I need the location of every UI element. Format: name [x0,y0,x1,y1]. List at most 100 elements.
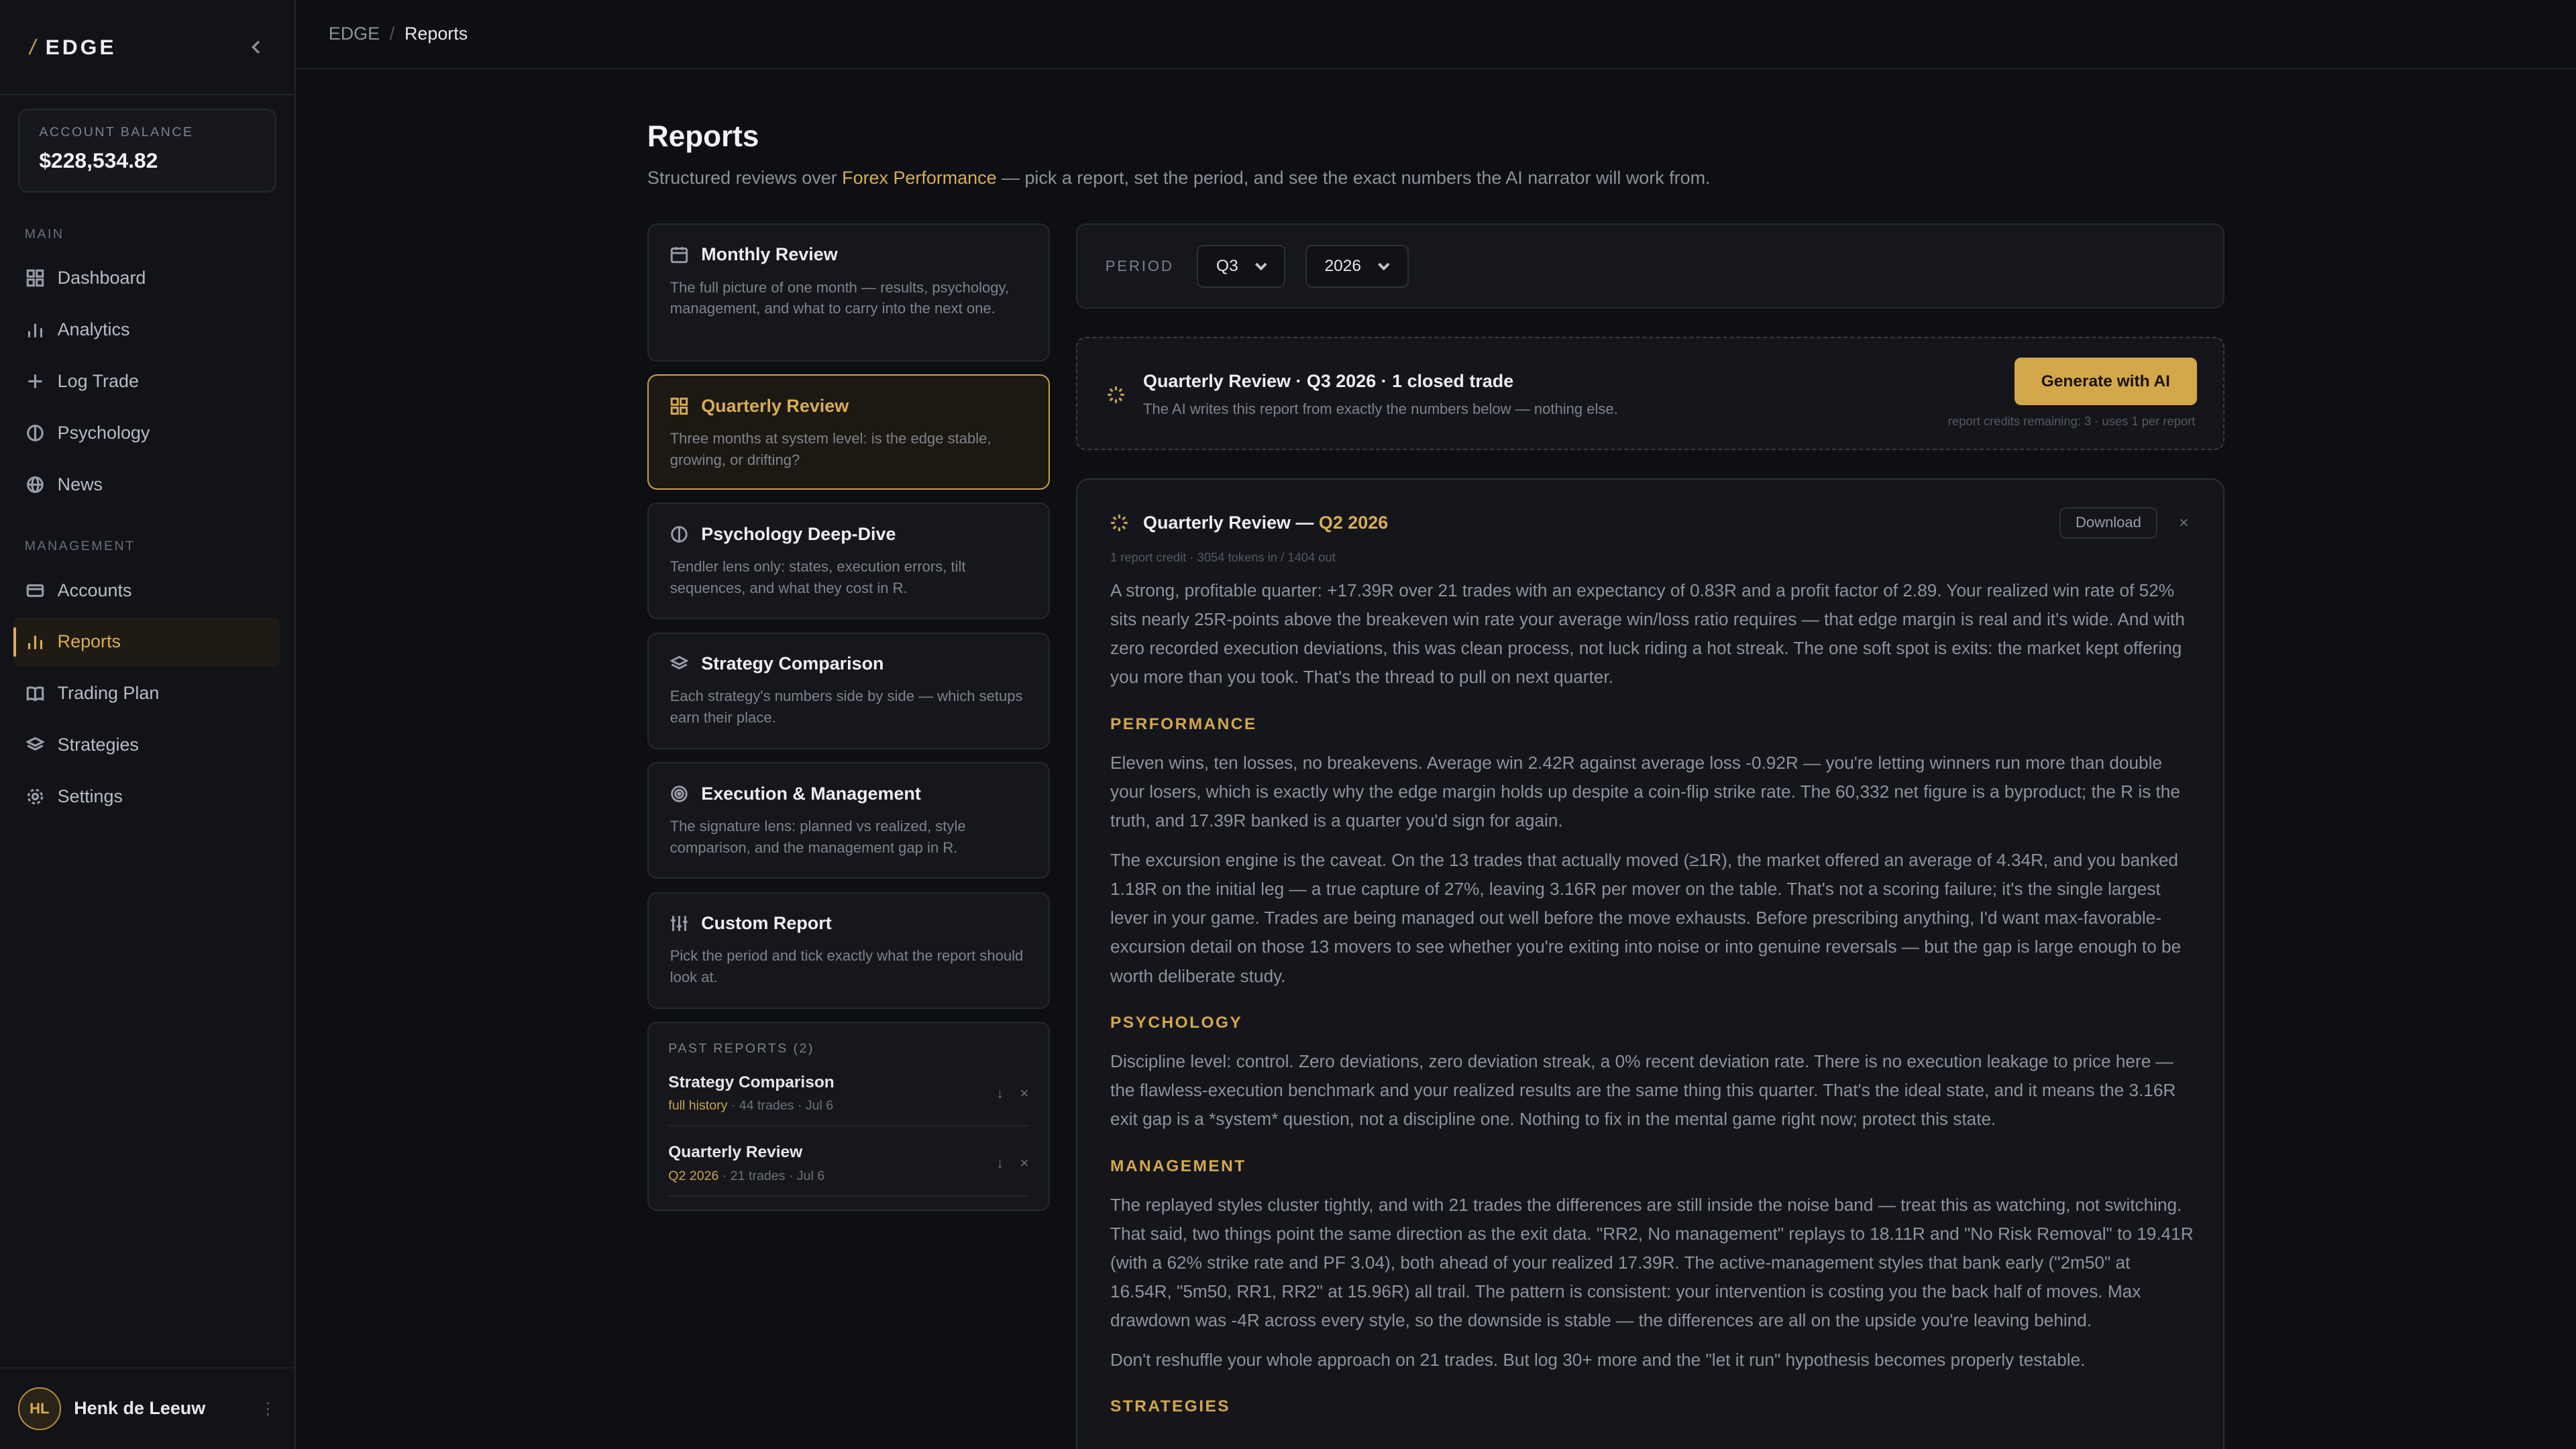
layers-icon [26,737,45,751]
breadcrumb-separator: / [389,23,395,44]
nav-section-management: MANAGEMENT [24,539,136,554]
download-icon[interactable]: ↓ [996,1155,1004,1172]
period-selector: PERIOD Q3 2026 [1076,223,2224,309]
report-card-title: Monthly Review [701,244,838,265]
user-name: Henk de Leeuw [74,1398,206,1419]
past-report-item[interactable]: Quarterly Review Q2 2026 · 21 trades · J… [668,1126,1029,1197]
nav-section-main: MAIN [24,226,64,241]
gear-icon [27,788,44,805]
account-balance-card: ACCOUNT BALANCE $228,534.82 [17,108,276,193]
report-credits-text: report credits remaining: 3 · uses 1 per… [1947,413,2196,428]
generate-subtitle: The AI writes this report from exactly t… [1143,400,1618,418]
brain-icon [670,525,688,543]
user-profile[interactable]: HL Henk de Leeuw ⋮ [0,1366,294,1449]
quarter-select-value: Q3 [1216,256,1238,275]
report-card-description: The signature lens: planned vs realized,… [669,817,966,856]
account-link[interactable]: Forex Performance [842,168,996,188]
brand-name: EDGE [45,34,117,59]
narrative-title-text: Quarterly Review — [1143,512,1319,533]
sidebar-item-accounts[interactable]: Accounts [13,566,280,614]
past-report-period: full history [668,1098,728,1114]
generate-with-ai-button[interactable]: Generate with AI [2014,358,2197,406]
breadcrumb: EDGE / Reports [295,0,2576,69]
past-report-details: · 21 trades · Jul 6 [718,1168,825,1183]
report-card-execution[interactable]: Execution & Management The signature len… [647,762,1050,879]
narrative-paragraph: Don't reshuffle your whole approach on 2… [1110,1350,2086,1371]
sidebar-item-psychology[interactable]: Psychology [13,409,280,458]
target-icon [670,785,688,802]
bar-chart-icon [28,323,43,337]
report-card-custom[interactable]: Custom Report Pick the period and tick e… [647,892,1050,1009]
page-subtitle-post: — pick a report, set the period, and see… [996,167,1711,188]
page-subtitle: Structured reviews over Forex Performanc… [647,168,1711,189]
sidebar-item-label: Accounts [57,580,132,600]
grid-icon [670,397,688,415]
past-report-meta: full history · 44 trades · Jul 6 [668,1098,834,1114]
page-subtitle-pre: Structured reviews over [647,167,843,188]
breadcrumb-current: Reports [404,23,468,44]
chevron-left-icon [252,40,260,54]
sidebar-item-analytics[interactable]: Analytics [13,305,280,354]
sidebar-item-reports[interactable]: Reports [13,617,280,667]
report-card-title: Custom Report [701,913,832,934]
brand-logo-icon: / [30,34,36,59]
brand-header: / EDGE [0,0,294,96]
sidebar-item-log-trade[interactable]: Log Trade [13,357,280,406]
sidebar-item-news[interactable]: News [13,460,280,509]
report-card-strategy[interactable]: Strategy Comparison Each strategy's numb… [647,632,1050,749]
delete-icon[interactable]: × [1020,1155,1029,1172]
sidebar-item-settings[interactable]: Settings [13,772,280,821]
brain-icon [27,425,44,441]
sidebar-item-label: Log Trade [57,371,139,392]
sidebar-item-label: Settings [57,786,123,807]
past-report-item[interactable]: Strategy Comparison full history · 44 tr… [668,1057,1029,1127]
section-heading-strategies: STRATEGIES [1110,1397,1231,1416]
account-balance-label: ACCOUNT BALANCE [39,124,194,140]
account-balance-value: $228,534.82 [39,148,158,172]
narrative-paragraph: The excursion engine is the caveat. On t… [1110,850,2182,986]
report-card-monthly[interactable]: Monthly Review The full picture of one m… [647,223,1050,362]
narrative-paragraph: Discipline level: control. Zero deviatio… [1110,1051,2176,1130]
report-card-header: Strategy Comparison [669,653,1027,674]
report-narrative-panel: Quarterly Review — Q2 2026 1 report cred… [1076,478,2224,1449]
sidebar-item-trading-plan[interactable]: Trading Plan [13,669,280,718]
download-button[interactable]: Download [2059,507,2157,539]
report-card-title: Strategy Comparison [701,653,884,674]
narrative-paragraph: The replayed styles cluster tightly, and… [1110,1194,2194,1331]
quarter-select[interactable]: Q3 [1197,244,1286,288]
download-icon[interactable]: ↓ [996,1085,1004,1102]
sidebar-item-strategies[interactable]: Strategies [13,720,280,769]
sidebar-item-label: Strategies [57,735,139,755]
globe-icon [27,476,44,493]
chevron-down-icon [1254,260,1268,273]
report-card-header: Monthly Review [670,244,1027,265]
sidebar: / EDGE ACCOUNT BALANCE $228,534.82 MAIN … [0,0,296,1449]
sidebar-item-dashboard[interactable]: Dashboard [13,254,280,303]
report-card-header: Custom Report [670,913,1027,934]
page-title: Reports [647,119,759,153]
generate-panel: Quarterly Review · Q3 2026 · 1 closed tr… [1076,337,2224,450]
report-card-description: Each strategy's numbers side by side — w… [669,688,1023,727]
report-card-header: Psychology Deep-Dive [670,524,1027,545]
wallet-icon [26,584,44,597]
section-heading-management: MANAGEMENT [1110,1157,1246,1175]
report-card-description: The full picture of one month — results,… [669,278,1010,317]
collapse-sidebar-button[interactable] [248,39,264,55]
sidebar-item-label: Reports [57,631,121,652]
breadcrumb-root[interactable]: EDGE [329,23,380,44]
report-card-quarterly[interactable]: Quarterly Review Three months at system … [647,374,1050,490]
report-card-title: Quarterly Review [701,395,849,416]
past-report-title: Quarterly Review [668,1142,803,1161]
section-heading-psychology: PSYCHOLOGY [1110,1013,1243,1032]
main-area: EDGE / Reports Reports Structured review… [295,0,2576,1449]
close-icon[interactable]: × [2179,514,2188,533]
report-card-title: Psychology Deep-Dive [701,523,896,544]
year-select[interactable]: 2026 [1305,244,1409,288]
sliders-icon [670,916,688,931]
report-card-psychology[interactable]: Psychology Deep-Dive Tendler lens only: … [647,502,1050,620]
delete-icon[interactable]: × [1020,1085,1029,1102]
year-select-value: 2026 [1324,256,1361,275]
user-menu-icon[interactable]: ⋮ [260,1399,276,1419]
book-icon [26,686,44,702]
narrative-paragraph: Eleven wins, ten losses, no breakevens. … [1110,752,2180,831]
